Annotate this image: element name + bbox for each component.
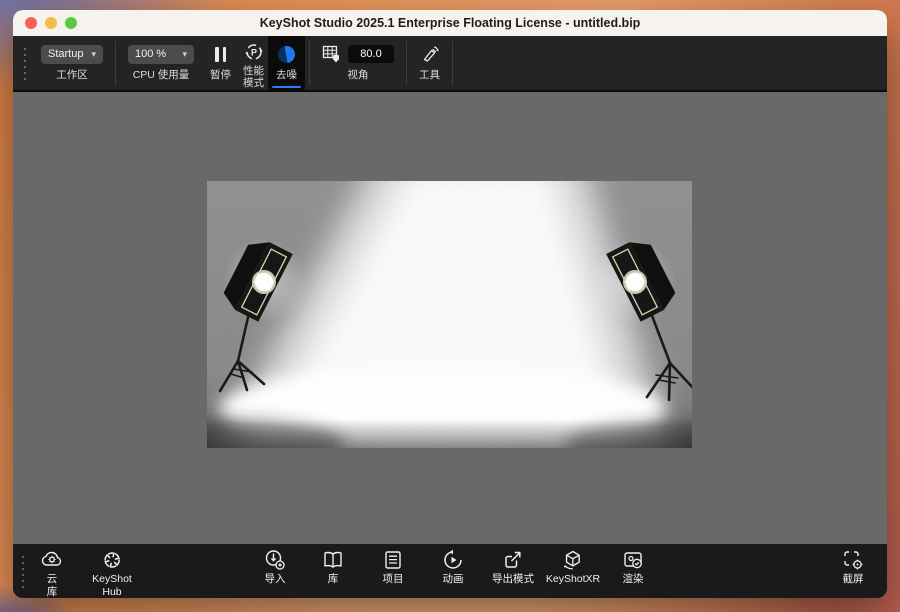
scene-image [207,181,692,448]
workspace-value: Startup [48,48,83,60]
import-label: 导入 [265,573,286,586]
denoise-icon [278,46,295,63]
cloud-library-label-line2: 库 [47,586,58,598]
project-label: 项目 [383,573,404,586]
view-angle-field[interactable]: 80.0 [348,45,394,63]
tools-button[interactable]: 工具 [411,36,448,90]
window-title: KeyShot Studio 2025.1 Enterprise Floatin… [13,10,887,36]
export-mode-icon [501,548,525,572]
project-icon [381,548,405,572]
svg-text:P: P [250,47,256,57]
toolbar-separator [309,41,310,85]
keyshot-hub-button[interactable]: KeyShot Hub [92,548,132,598]
workspace-label: 工作区 [56,69,88,81]
cpu-usage-value: 100 % [135,48,166,60]
performance-mode-icon: P [244,42,264,62]
workspace-group: Startup ▾ 工作区 [33,36,111,90]
toolbar-drag-handle[interactable] [23,46,27,80]
pause-label: 暂停 [210,69,231,81]
tools-icon [420,44,440,64]
export-mode-label: 导出模式 [492,573,534,586]
render-button[interactable]: 渲染 [621,548,645,586]
keyshotxr-icon [561,548,585,572]
render-icon [621,548,645,572]
app-window: KeyShot Studio 2025.1 Enterprise Floatin… [13,10,887,598]
screenshot-button[interactable]: 截屏 [841,548,865,586]
chevron-down-icon: ▾ [91,49,96,60]
cpu-usage-group: 100 % ▾ CPU 使用量 [120,36,202,90]
performance-mode-label-line1: 性能 [243,65,264,77]
cloud-library-button[interactable]: 云 库 [39,548,65,598]
import-button[interactable]: 导入 [263,548,287,586]
render-label: 渲染 [623,573,644,586]
pause-icon [215,47,226,62]
cpu-usage-label: CPU 使用量 [133,69,190,81]
realtime-viewport[interactable] [13,92,887,544]
cloud-library-icon [39,548,65,572]
animation-label: 动画 [443,573,464,586]
keyshot-hub-icon [100,548,124,572]
toolbar-separator [115,41,116,85]
bottom-dock: 云 库 KeyShot Hub [13,544,887,598]
keyshot-hub-label-line2: Hub [92,586,132,598]
animation-button[interactable]: 动画 [441,548,465,586]
performance-mode-button[interactable]: P 性能 模式 [239,36,268,90]
toolbar-separator [406,41,407,85]
export-mode-button[interactable]: 导出模式 [492,548,534,586]
toolbar-separator [452,41,453,85]
chevron-down-icon: ▾ [182,49,187,60]
titlebar: KeyShot Studio 2025.1 Enterprise Floatin… [13,10,887,36]
keyshot-hub-label-line1: KeyShot [92,573,132,586]
top-toolbar: Startup ▾ 工作区 100 % ▾ CPU 使用量 暂停 [13,36,887,92]
cloud-library-label-line1: 云 [47,573,58,586]
view-angle-icon [322,45,342,63]
screenshot-label: 截屏 [843,573,864,586]
import-icon [263,548,287,572]
performance-mode-label-line2: 模式 [243,77,264,89]
keyshotxr-button[interactable]: KeyShotXR [546,548,600,586]
dock-drag-handle[interactable] [21,554,25,588]
keyshotxr-label: KeyShotXR [546,573,600,586]
workspace-dropdown[interactable]: Startup ▾ [41,45,103,64]
screenshot-icon [841,548,865,572]
pause-button[interactable]: 暂停 [202,36,239,90]
library-icon [320,548,346,572]
view-angle-group: 80.0 视角 [314,36,402,90]
project-button[interactable]: 项目 [381,548,405,586]
denoise-toggle-button[interactable]: 去噪 [268,36,305,90]
cpu-usage-dropdown[interactable]: 100 % ▾ [128,45,194,64]
library-label: 库 [328,573,339,586]
denoise-label: 去噪 [276,69,297,81]
library-button[interactable]: 库 [320,548,346,586]
tools-label: 工具 [419,69,440,81]
view-angle-label: 视角 [348,69,369,81]
denoise-active-underline [272,86,301,89]
animation-icon [441,548,465,572]
